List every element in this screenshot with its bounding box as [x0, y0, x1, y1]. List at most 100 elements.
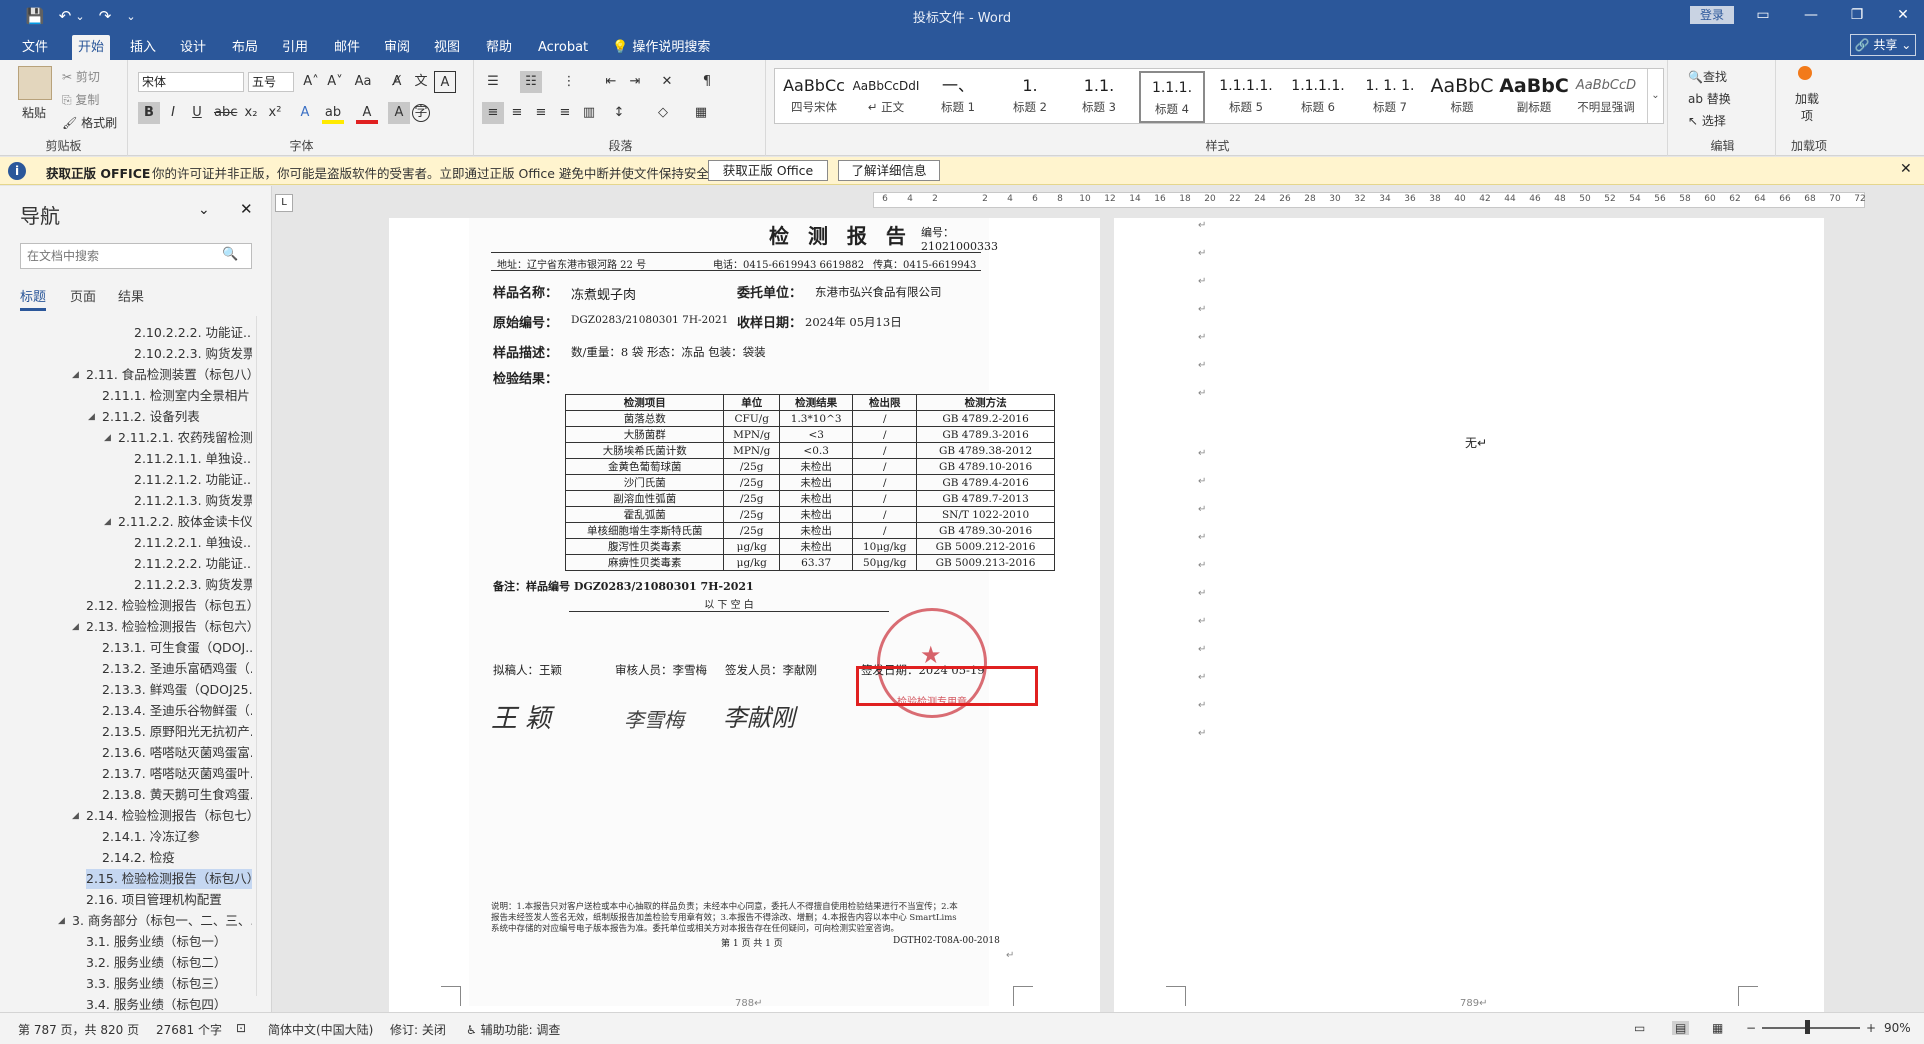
nav-heading-item[interactable]: 3.1. 服务业绩（标包一）	[86, 932, 252, 952]
zoom-slider[interactable]	[1762, 1027, 1860, 1029]
font-color-icon[interactable]: A	[356, 102, 378, 124]
collapse-triangle-icon[interactable]: ◢	[58, 916, 65, 926]
nav-heading-item[interactable]: 3. 商务部分（标包一、二、三、...	[72, 911, 252, 931]
style-item[interactable]: 1. 1. 1. 标题 7	[1355, 71, 1425, 123]
page-789[interactable]: ↵ ↵ ↵ ↵ ↵ ↵ ↵ ↵ ↵ ↵ ↵ ↵ ↵ ↵ ↵ ↵ ↵ ↵ 无↵ 789↵	[1114, 218, 1824, 1012]
nav-heading-item[interactable]: 2.11.2.1.3. 购货发票	[134, 491, 252, 511]
increase-indent-icon[interactable]: ⇥	[624, 71, 646, 93]
nav-heading-item[interactable]: 2.14. 检验检测报告（标包七）	[86, 806, 252, 826]
find-button[interactable]: 🔍查找	[1688, 68, 1727, 85]
style-item[interactable]: 1.1. 标题 3	[1067, 71, 1131, 123]
nav-heading-item[interactable]: 2.15. 检验检测报告（标包八）	[86, 869, 252, 889]
tab-references[interactable]: 引用	[276, 35, 314, 60]
minimize-icon[interactable]: —	[1796, 4, 1826, 26]
nav-heading-item[interactable]: 2.13. 检验检测报告（标包六）	[86, 617, 252, 637]
nav-heading-item[interactable]: 2.11.2. 设备列表	[102, 407, 252, 427]
underline-icon[interactable]: U	[186, 102, 208, 124]
clear-format-icon[interactable]: A̸	[386, 71, 408, 93]
select-button[interactable]: ↖ 选择	[1688, 112, 1726, 129]
nav-heading-item[interactable]: 2.11.2.2.1. 单独设...	[134, 533, 252, 553]
style-item[interactable]: AaBbC 标题	[1427, 71, 1497, 123]
collapse-triangle-icon[interactable]: ◢	[72, 811, 79, 821]
style-item[interactable]: AaBbCcD 不明显强调	[1571, 71, 1641, 123]
align-center-icon[interactable]: ≡	[506, 102, 528, 124]
tab-file[interactable]: 文件	[16, 35, 54, 60]
get-genuine-button[interactable]: 获取正版 Office	[708, 160, 828, 181]
paste-button[interactable]: 粘贴	[22, 104, 46, 121]
justify-icon[interactable]: ≡	[554, 102, 576, 124]
tab-design[interactable]: 设计	[174, 35, 212, 60]
nav-heading-item[interactable]: 2.13.1. 可生食蛋（QDOJ...	[102, 638, 252, 658]
zoom-level[interactable]: 90%	[1884, 1021, 1911, 1035]
distributed-icon[interactable]: ▥	[578, 102, 600, 124]
nav-heading-item[interactable]: 2.13.6. 嗒嗒哒灭菌鸡蛋富...	[102, 743, 252, 763]
collapse-triangle-icon[interactable]: ◢	[88, 412, 95, 422]
nav-heading-item[interactable]: 2.10.2.2.3. 购货发票	[134, 344, 252, 364]
nav-heading-item[interactable]: 2.13.7. 嗒嗒哒灭菌鸡蛋叶...	[102, 764, 252, 784]
nav-heading-item[interactable]: 2.13.8. 黄天鹅可生食鸡蛋...	[102, 785, 252, 805]
superscript-icon[interactable]: x²	[264, 102, 286, 124]
tab-review[interactable]: 审阅	[378, 35, 416, 60]
paste-icon[interactable]	[18, 66, 52, 100]
zoom-slider-thumb[interactable]	[1805, 1020, 1810, 1034]
bold-icon[interactable]: B	[138, 102, 160, 124]
borders-icon[interactable]: ▦	[690, 102, 712, 124]
highlight-icon[interactable]: ab	[322, 102, 344, 124]
page-788[interactable]: 检 测 报 告 编号：21021000333 地址：辽宁省东港市银河路 22 号…	[389, 218, 1100, 1012]
nav-heading-item[interactable]: 3.2. 服务业绩（标包二）	[86, 953, 252, 973]
style-item[interactable]: AaBbC 副标题	[1499, 71, 1569, 123]
share-button[interactable]: 🔗 共享 ⌄	[1850, 34, 1916, 56]
nav-heading-item[interactable]: 2.14.1. 冷冻辽参	[102, 827, 252, 847]
style-item[interactable]: 1.1.1.1. 标题 5	[1211, 71, 1281, 123]
enclose-characters-icon[interactable]: 字	[412, 104, 430, 122]
text-effects-icon[interactable]: A	[294, 102, 316, 124]
nav-search-input[interactable]: 在文档中搜索	[20, 243, 252, 269]
nav-heading-item[interactable]: 2.11.2.2.3. 购货发票	[134, 575, 252, 595]
style-item[interactable]: 1.1.1.1. 标题 6	[1283, 71, 1353, 123]
word-count[interactable]: 27681 个字	[156, 1021, 222, 1038]
shading-icon[interactable]: ◇	[652, 102, 674, 124]
page-count[interactable]: 第 787 页，共 820 页	[18, 1021, 139, 1038]
addins-button[interactable]: 加载项	[1792, 90, 1822, 124]
nav-scrollbar[interactable]	[256, 316, 268, 996]
shrink-font-icon[interactable]: A˅	[324, 71, 346, 93]
tab-selector-icon[interactable]: L	[275, 194, 293, 212]
show-marks-icon[interactable]: ¶	[696, 71, 718, 93]
tab-acrobat[interactable]: Acrobat	[532, 35, 594, 60]
style-item[interactable]: 一、 标题 1	[923, 71, 993, 123]
font-name-combo[interactable]: 宋体	[138, 72, 244, 92]
nav-close-icon[interactable]: ✕	[240, 200, 253, 218]
change-case-icon[interactable]: Aa	[352, 71, 374, 93]
web-layout-icon[interactable]: ▦	[1712, 1021, 1723, 1035]
chinese-layout-icon[interactable]: ✕	[656, 71, 678, 93]
login-button[interactable]: 登录	[1690, 6, 1734, 24]
proofing-icon[interactable]: ⊡	[236, 1021, 246, 1035]
styles-more-icon[interactable]: ⌄	[1647, 69, 1663, 123]
align-left-icon[interactable]: ≡	[482, 102, 504, 124]
line-spacing-icon[interactable]: ↕	[608, 102, 630, 124]
nav-heading-item[interactable]: 2.12. 检验检测报告（标包五）	[86, 596, 252, 616]
nav-heading-item[interactable]: 2.13.2. 圣迪乐富硒鸡蛋（...	[102, 659, 252, 679]
multilevel-list-icon[interactable]: ⋮	[558, 71, 580, 93]
nav-heading-item[interactable]: 2.11.2.2. 胶体金读卡仪	[118, 512, 252, 532]
style-item[interactable]: AaBbCc 四号宋体	[779, 71, 849, 123]
horizontal-ruler[interactable]: 6 4 2 2 4 6 8 10 12 14 16 18 20 22 24 26 28 30 32 34 36 38 40 4…	[873, 192, 1866, 208]
cut-button[interactable]: ✂ 剪切	[62, 68, 100, 85]
phonetic-guide-icon[interactable]: 文	[410, 71, 432, 93]
tab-mailings[interactable]: 邮件	[328, 35, 366, 60]
nav-options-icon[interactable]: ⌄	[198, 202, 210, 218]
nav-heading-item[interactable]: 2.14.2. 检疫	[102, 848, 252, 868]
tell-me-search[interactable]: 💡 操作说明搜索	[606, 35, 716, 60]
nav-heading-item[interactable]: 2.11.2.1. 农药残留检测...	[118, 428, 252, 448]
close-window-icon[interactable]: ✕	[1888, 4, 1918, 26]
character-shading-icon[interactable]: A	[388, 102, 410, 124]
nav-heading-item[interactable]: 2.11.2.2.2. 功能证...	[134, 554, 252, 574]
ribbon-display-options-icon[interactable]: ▭	[1748, 4, 1778, 26]
nav-tab-pages[interactable]: 页面	[70, 286, 96, 305]
collapse-triangle-icon[interactable]: ◢	[104, 517, 111, 527]
subscript-icon[interactable]: x₂	[240, 102, 262, 124]
numbering-icon[interactable]: ☷	[520, 71, 542, 93]
nav-heading-item[interactable]: 2.11.2.1.2. 功能证...	[134, 470, 252, 490]
decrease-indent-icon[interactable]: ⇤	[600, 71, 622, 93]
close-message-icon[interactable]: ✕	[1900, 161, 1912, 177]
